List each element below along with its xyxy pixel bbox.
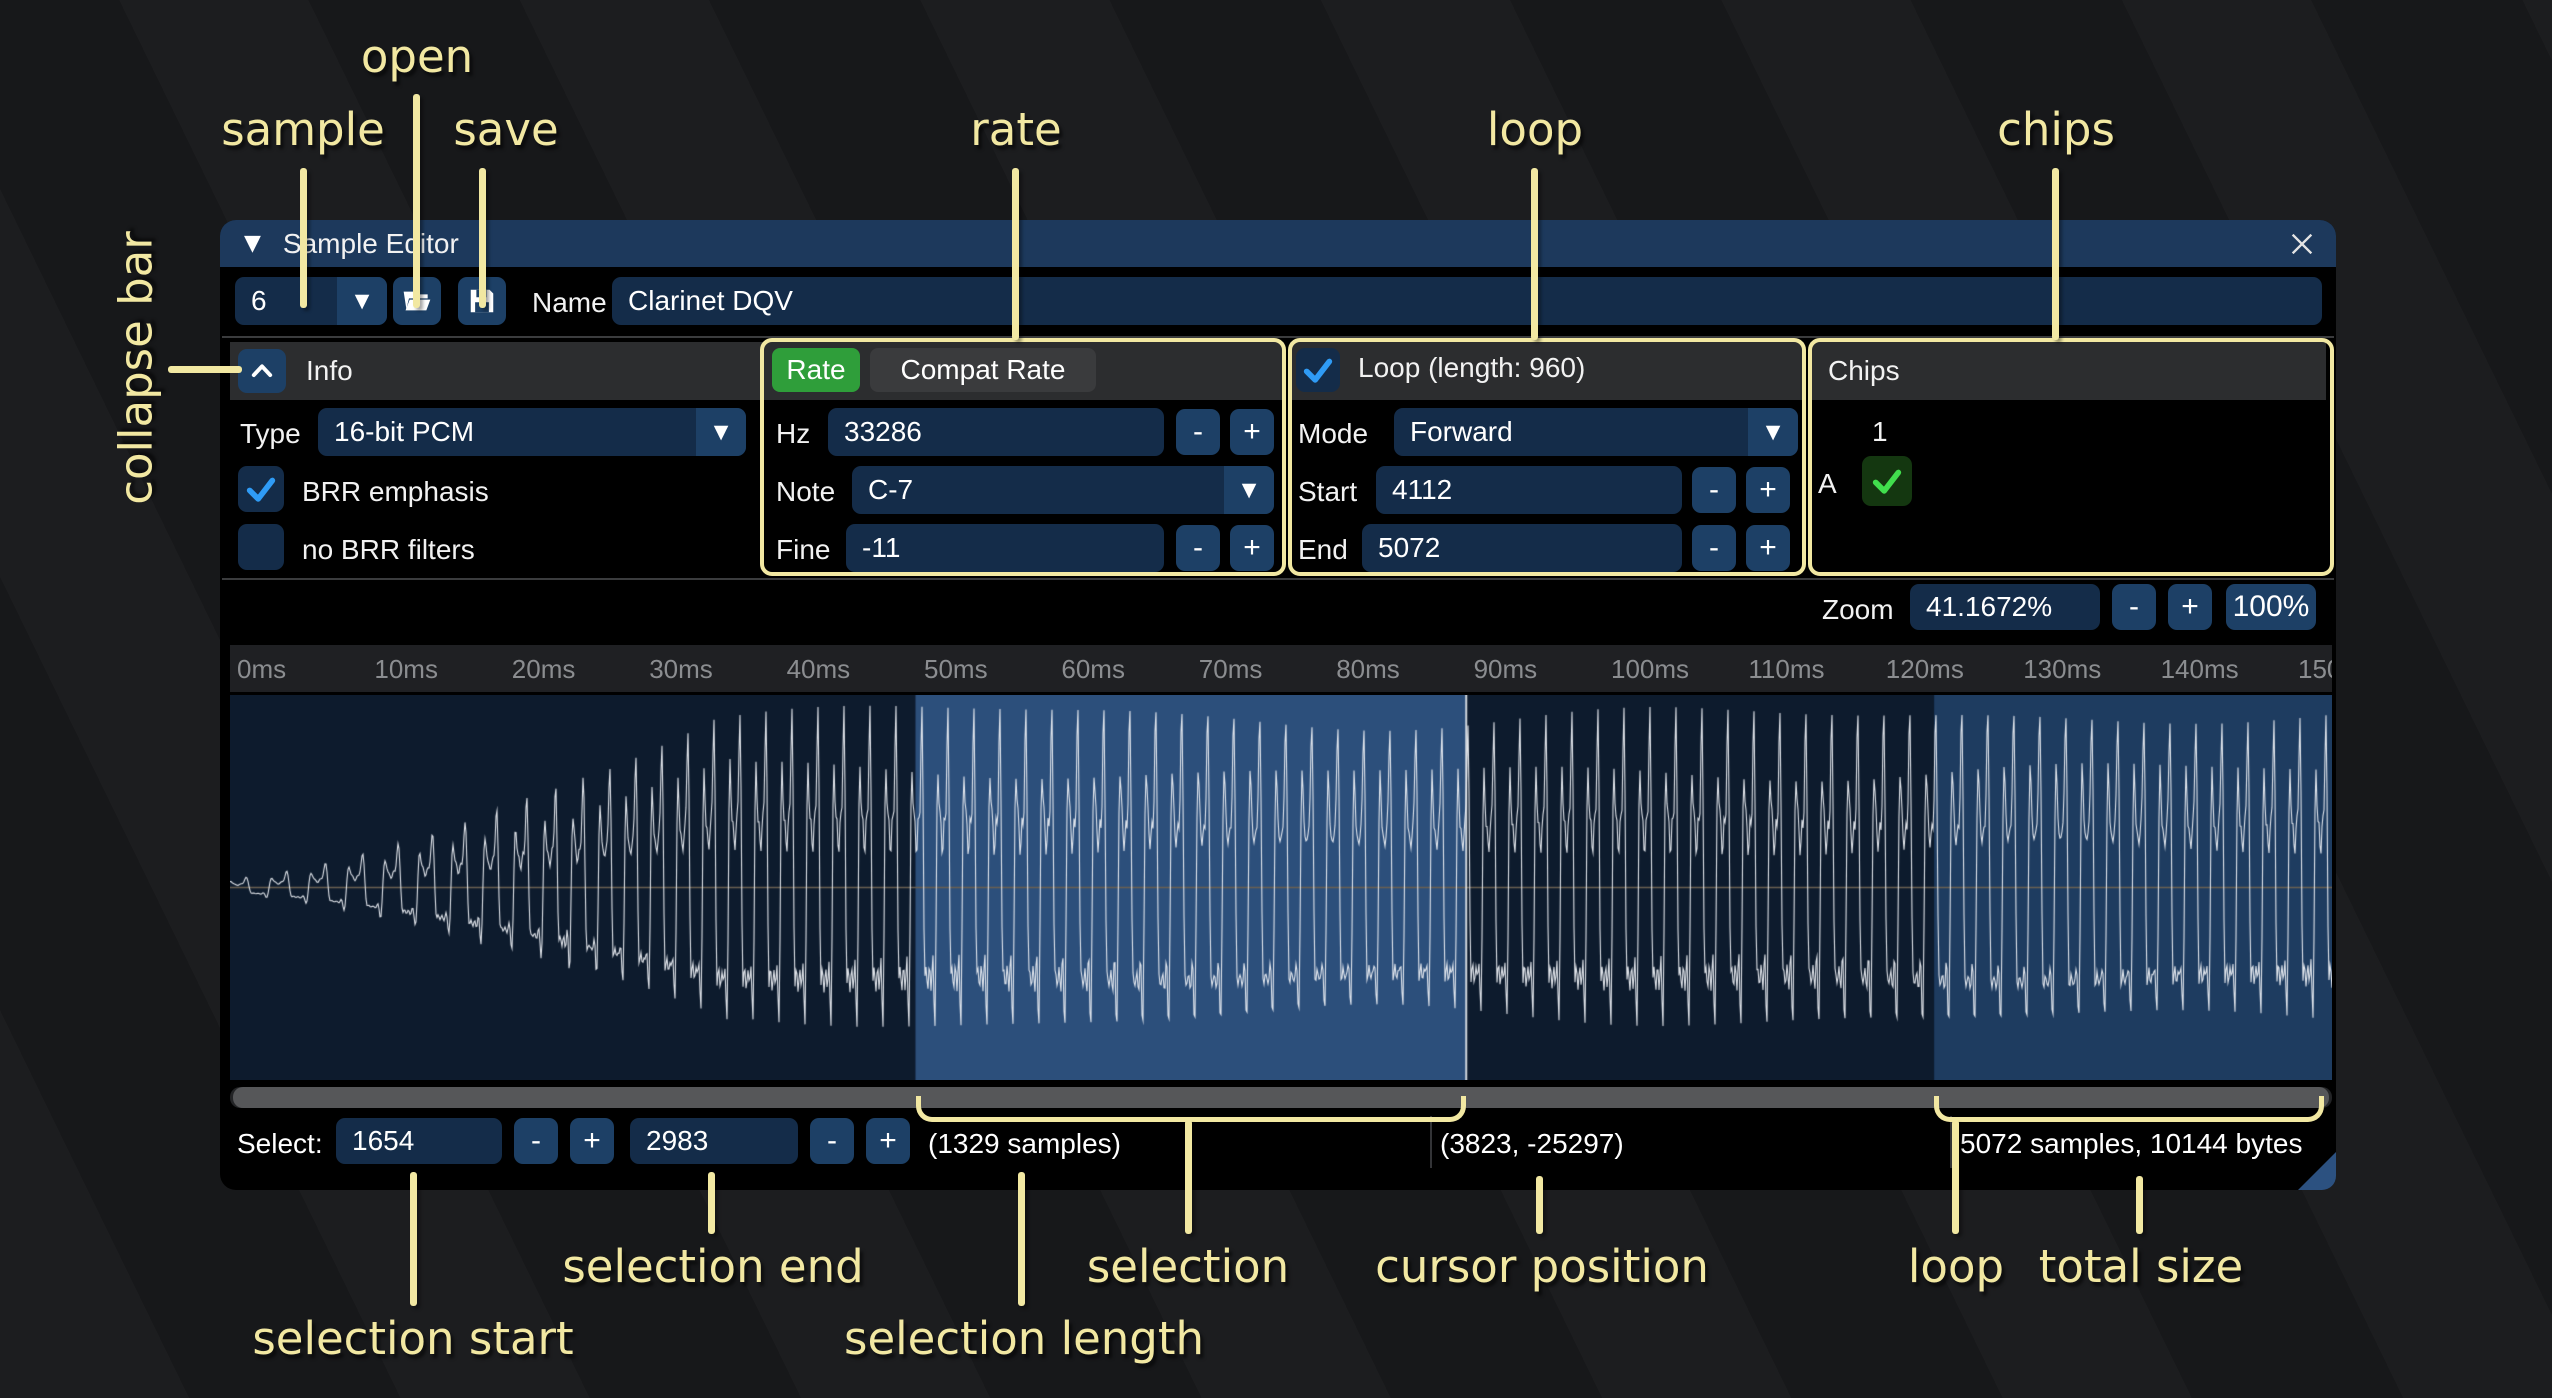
annotation-selection-length: selection length (844, 1312, 1204, 1365)
info-header-label: Info (306, 355, 353, 387)
ruler-tick: 0ms (237, 654, 286, 685)
annotation-loop: loop (1487, 103, 1583, 156)
callout-line-total-size (2136, 1176, 2143, 1234)
selection-end-plus-button[interactable]: + (866, 1118, 910, 1164)
zoom-input[interactable]: 41.1672% (1910, 584, 2100, 630)
selection-bracket (916, 1096, 1466, 1122)
annotation-collapse-bar: collapse bar (110, 231, 163, 505)
window-title: Sample Editor (283, 228, 459, 260)
no-brr-filters-label: no BRR filters (302, 534, 475, 566)
callout-line-cursor-position (1536, 1176, 1543, 1234)
selection-end-input[interactable]: 2983 (630, 1118, 798, 1164)
callout-line-collapse-bar (168, 366, 242, 373)
chevron-down-icon[interactable]: ▼ (337, 277, 387, 325)
ruler-tick: 140ms (2161, 654, 2239, 685)
annotation-save: save (453, 103, 558, 156)
ruler-tick: 50ms (924, 654, 988, 685)
annotation-sample: sample (221, 103, 385, 156)
waveform-display[interactable] (230, 695, 2332, 1080)
cursor-position-text: (3823, -25297) (1440, 1128, 1624, 1160)
ruler-tick: 30ms (649, 654, 713, 685)
annotation-chips: chips (1997, 103, 2115, 156)
selection-start-input[interactable]: 1654 (336, 1118, 502, 1164)
annotation-cursor-position: cursor position (1375, 1240, 1709, 1293)
chips-callout-box (1808, 338, 2334, 576)
ruler-tick: 130ms (2023, 654, 2101, 685)
annotation-loop-bottom: loop (1908, 1240, 2004, 1293)
separator (222, 578, 2334, 580)
callout-line-selection (1185, 1120, 1192, 1234)
ruler-tick: 80ms (1336, 654, 1400, 685)
window-resize-grip[interactable] (2298, 1152, 2336, 1190)
ruler-tick: 110ms (1748, 654, 1824, 685)
info-collapse-button[interactable] (238, 349, 286, 393)
loop-bracket (1934, 1096, 2324, 1122)
ruler-tick: 20ms (512, 654, 576, 685)
annotation-total-size: total size (2039, 1240, 2243, 1293)
name-input[interactable]: Clarinet DQV (612, 277, 2322, 325)
callout-line-chips (2052, 168, 2059, 340)
zoom-in-button[interactable]: + (2168, 584, 2212, 630)
ruler-tick: 70ms (1199, 654, 1263, 685)
sample-select-dropdown[interactable]: 6 ▼ (235, 277, 387, 325)
callout-line-open (413, 94, 420, 308)
selection-end-minus-button[interactable]: - (810, 1118, 854, 1164)
zoom-label: Zoom (1822, 594, 1894, 626)
annotation-selection-start: selection start (252, 1312, 573, 1365)
ruler-tick: 40ms (787, 654, 851, 685)
select-label: Select: (237, 1128, 323, 1160)
loop-callout-box (1288, 338, 1806, 576)
selection-length-text: (1329 samples) (928, 1128, 1121, 1160)
check-icon (244, 472, 278, 506)
zoom-out-button[interactable]: - (2112, 584, 2156, 630)
window-titlebar[interactable]: ▼ Sample Editor (220, 220, 2336, 267)
sample-type-dropdown[interactable]: 16-bit PCM ▼ (318, 408, 746, 456)
no-brr-filters-checkbox[interactable] (238, 524, 284, 570)
rate-callout-box (760, 338, 1286, 576)
ruler-tick: 150ms (2298, 654, 2332, 685)
brr-emphasis-checkbox[interactable] (238, 466, 284, 512)
brr-emphasis-label: BRR emphasis (302, 476, 489, 508)
callout-line-rate (1012, 168, 1019, 340)
chevron-up-icon (248, 357, 276, 385)
time-ruler: 0ms 10ms 20ms 30ms 40ms 50ms 60ms 70ms 80ms 90ms 1… (230, 645, 2332, 692)
callout-line-selection-end (708, 1172, 715, 1234)
name-label: Name (532, 287, 607, 319)
total-size-text: 5072 samples, 10144 bytes (1960, 1128, 2302, 1160)
info-panel-header: Info (230, 342, 772, 400)
selection-start-plus-button[interactable]: + (570, 1118, 614, 1164)
annotation-open: open (361, 30, 473, 83)
annotation-rate: rate (970, 103, 1061, 156)
ruler-tick: 60ms (1061, 654, 1125, 685)
type-label: Type (240, 418, 301, 450)
callout-line-loop (1531, 168, 1538, 340)
annotation-selection: selection (1087, 1240, 1289, 1293)
callout-line-sample (300, 168, 307, 308)
ruler-tick: 100ms (1611, 654, 1689, 685)
callout-line-selection-length (1018, 1172, 1025, 1306)
callout-line-selection-start (410, 1172, 417, 1306)
column-separator (1430, 1116, 1432, 1168)
ruler-tick: 90ms (1474, 654, 1538, 685)
window-collapse-icon[interactable]: ▼ (244, 231, 261, 256)
ruler-tick: 120ms (1886, 654, 1964, 685)
ruler-tick: 10ms (374, 654, 438, 685)
zoom-reset-button[interactable]: 100% (2226, 584, 2316, 630)
callout-line-save (479, 168, 486, 308)
selection-start-minus-button[interactable]: - (514, 1118, 558, 1164)
chevron-down-icon[interactable]: ▼ (696, 408, 746, 456)
callout-line-loop-bottom (1952, 1120, 1959, 1234)
screenshot-stage: ▼ Sample Editor 6 ▼ Name Clarinet DQV (0, 0, 2552, 1398)
annotation-selection-end: selection end (562, 1240, 863, 1293)
sample-number: 6 (251, 285, 267, 317)
close-icon[interactable] (2282, 224, 2322, 264)
